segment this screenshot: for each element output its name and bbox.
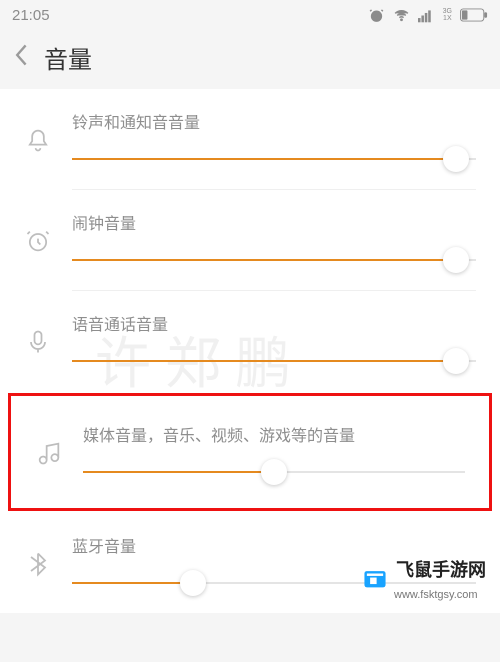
volume-label: 蓝牙音量 xyxy=(72,533,476,557)
slider-fill xyxy=(83,471,274,473)
volume-row-alarm: 闹钟音量 xyxy=(0,190,500,290)
volume-row-body: 闹钟音量 xyxy=(72,210,476,272)
alarm-indicator-icon xyxy=(368,7,385,24)
title-bar: 音量 xyxy=(0,30,500,85)
site-domain: www.fsktgsy.com xyxy=(394,589,478,601)
alarm-icon xyxy=(24,210,72,272)
volume-row-body: 媒体音量，音乐、视频、游戏等的音量 xyxy=(83,422,465,484)
slider-thumb[interactable] xyxy=(443,348,469,374)
bluetooth-icon xyxy=(24,533,72,595)
slider-fill xyxy=(72,158,456,160)
volume-settings-panel: 许郑鹏 铃声和通知音音量闹钟音量语音通话音量媒体音量，音乐、视频、游戏等的音量蓝… xyxy=(0,89,500,613)
back-button[interactable] xyxy=(14,43,30,72)
setting-block: 语音通话音量 xyxy=(0,291,500,391)
volume-row-voice: 语音通话音量 xyxy=(0,291,500,391)
setting-block: 闹钟音量 xyxy=(0,190,500,290)
setting-block: 铃声和通知音音量 xyxy=(0,89,500,189)
battery-icon xyxy=(460,8,488,22)
page-title: 音量 xyxy=(44,40,92,75)
source-site-label: 飞鼠手游网 www.fsktgsy.com xyxy=(362,556,486,603)
screen: 21:05 3G1X 音量 许郑鹏 铃声和通知音音量闹钟音量语音通话音量媒体音量… xyxy=(0,0,500,662)
slider-fill xyxy=(72,582,193,584)
signal-icon xyxy=(418,8,435,23)
volume-slider-ring[interactable] xyxy=(72,149,476,171)
status-bar: 21:05 3G1X xyxy=(0,0,500,30)
status-right: 3G1X xyxy=(368,7,488,24)
volume-row-body: 语音通话音量 xyxy=(72,311,476,373)
slider-fill xyxy=(72,259,456,261)
mic-icon xyxy=(24,311,72,373)
slider-thumb[interactable] xyxy=(443,247,469,273)
volume-row-body: 铃声和通知音音量 xyxy=(72,109,476,171)
slider-thumb[interactable] xyxy=(443,146,469,172)
highlighted-setting: 媒体音量，音乐、视频、游戏等的音量 xyxy=(8,393,492,511)
volume-label: 闹钟音量 xyxy=(72,210,476,234)
chevron-left-icon xyxy=(14,43,30,67)
network-type-label: 3G1X xyxy=(443,8,452,22)
volume-row-media: 媒体音量，音乐、视频、游戏等的音量 xyxy=(11,402,489,502)
site-name: 飞鼠手游网 xyxy=(396,560,486,580)
wifi-icon xyxy=(393,7,410,24)
site-logo-icon xyxy=(362,567,388,593)
volume-slider-alarm[interactable] xyxy=(72,250,476,272)
volume-label: 媒体音量，音乐、视频、游戏等的音量 xyxy=(83,422,465,446)
bell-icon xyxy=(24,109,72,171)
volume-row-ring: 铃声和通知音音量 xyxy=(0,89,500,189)
volume-label: 语音通话音量 xyxy=(72,311,476,335)
slider-thumb[interactable] xyxy=(180,570,206,596)
slider-fill xyxy=(72,360,456,362)
music-icon xyxy=(35,422,83,484)
volume-label: 铃声和通知音音量 xyxy=(72,109,476,133)
clock-text: 21:05 xyxy=(12,7,50,24)
volume-slider-media[interactable] xyxy=(83,462,465,484)
volume-slider-voice[interactable] xyxy=(72,351,476,373)
slider-thumb[interactable] xyxy=(261,459,287,485)
